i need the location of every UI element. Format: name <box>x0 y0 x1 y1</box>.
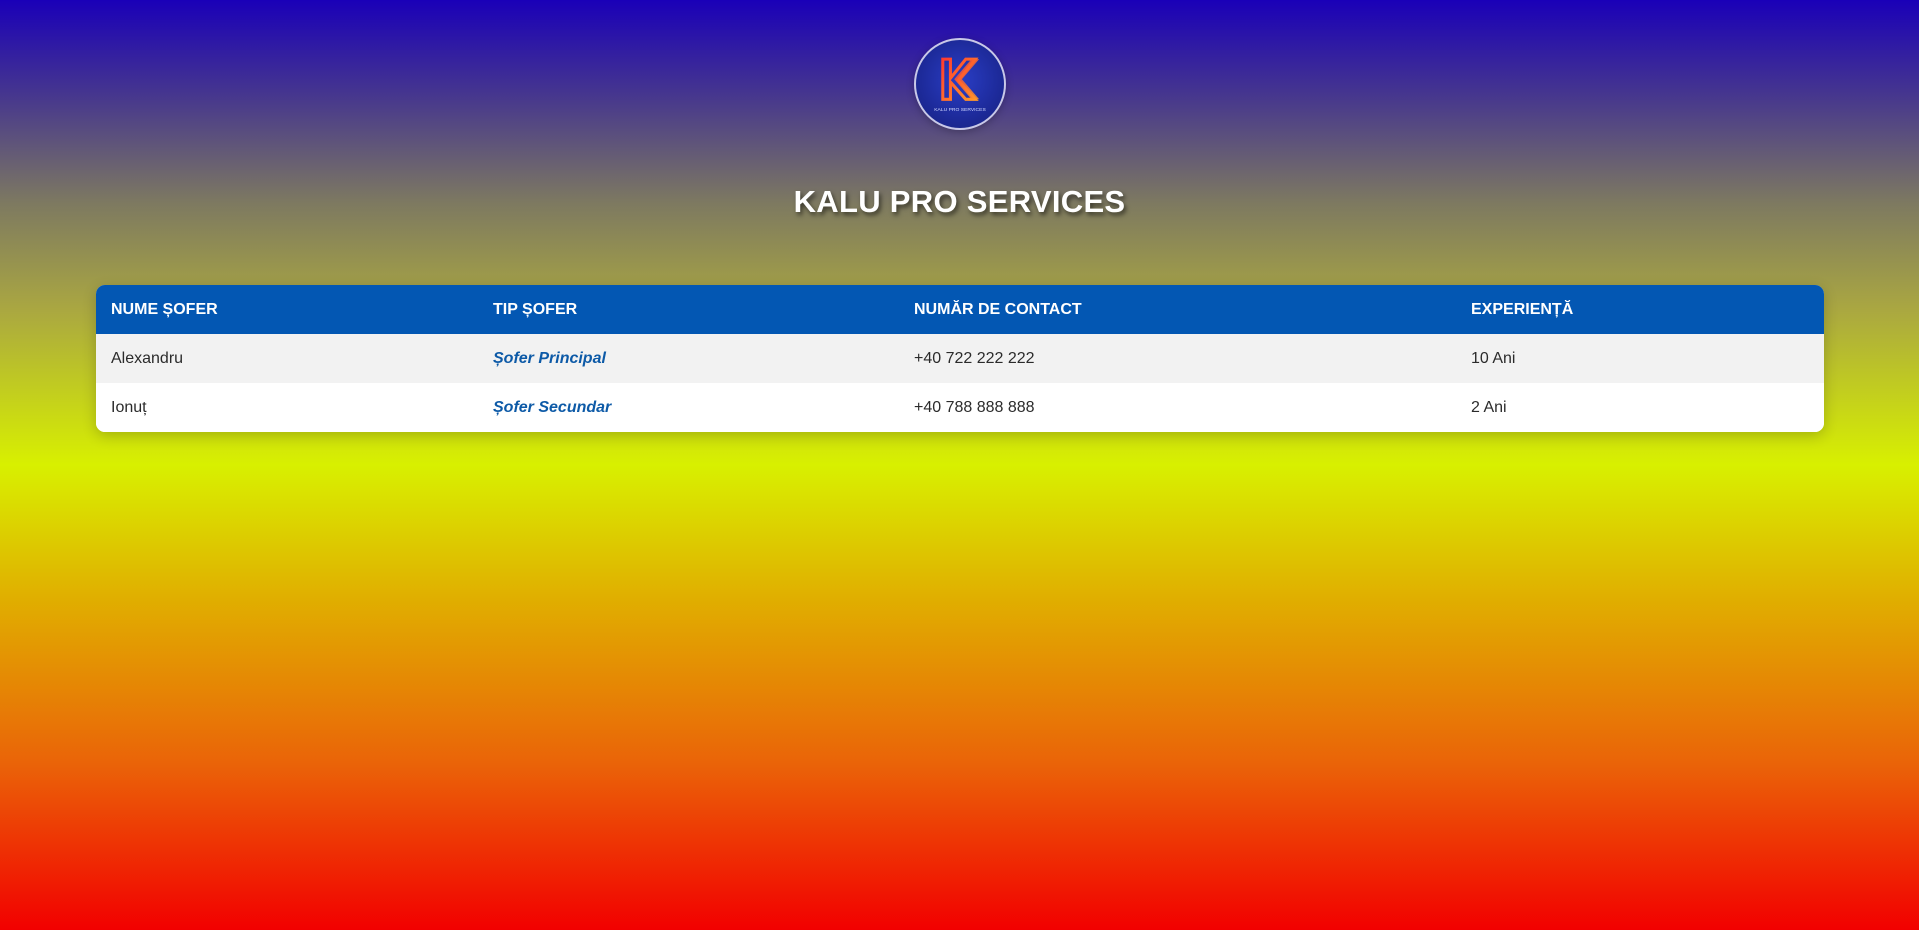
table-row: Ionuț Șofer Secundar +40 788 888 888 2 A… <box>96 383 1824 432</box>
cell-experience: 10 Ani <box>1471 349 1516 367</box>
k-logo-icon: KALU PRO SERVICES <box>934 57 986 113</box>
header-experience: EXPERIENȚĂ <box>1471 300 1574 318</box>
page-title: KALU PRO SERVICES <box>793 184 1126 219</box>
header-driver-name: NUME ȘOFER <box>111 300 218 318</box>
cell-contact-number: +40 722 222 222 <box>914 349 1035 367</box>
header-driver-type: TIP ȘOFER <box>493 300 578 318</box>
cell-driver-type[interactable]: Șofer Principal <box>478 334 899 383</box>
table-header-row: NUME ȘOFER TIP ȘOFER NUMĂR DE CONTACT EX… <box>96 285 1824 334</box>
cell-driver-type[interactable]: Șofer Secundar <box>478 383 899 432</box>
logo-text: KALU PRO SERVICES <box>934 107 986 113</box>
cell-driver-name: Ionuț <box>111 398 147 416</box>
cell-contact-number: +40 788 888 888 <box>914 398 1035 416</box>
company-logo: KALU PRO SERVICES <box>914 38 1006 130</box>
cell-experience: 2 Ani <box>1471 398 1507 416</box>
header-contact-number: NUMĂR DE CONTACT <box>914 300 1082 318</box>
table-row: Alexandru Șofer Principal +40 722 222 22… <box>96 334 1824 383</box>
drivers-table: NUME ȘOFER TIP ȘOFER NUMĂR DE CONTACT EX… <box>96 285 1824 432</box>
cell-driver-name: Alexandru <box>111 349 184 367</box>
